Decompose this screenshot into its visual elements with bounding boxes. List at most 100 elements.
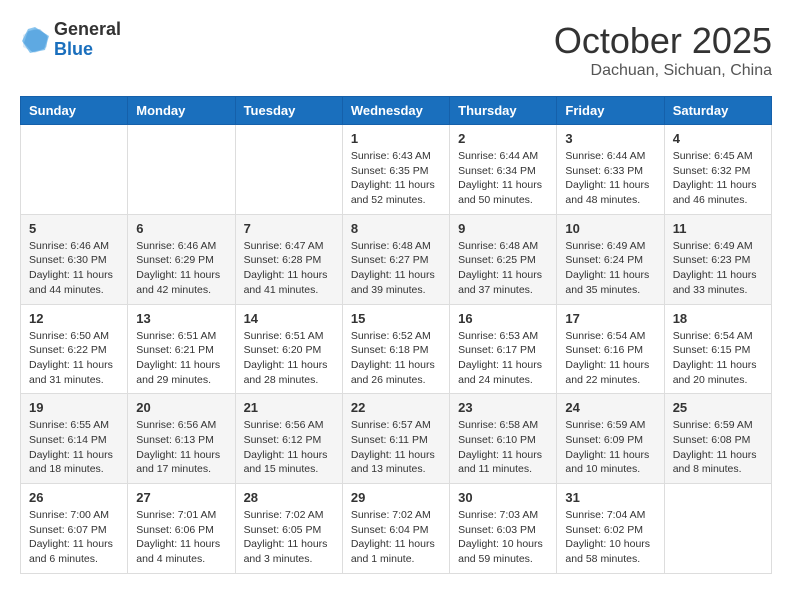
- calendar-cell: 23Sunrise: 6:58 AM Sunset: 6:10 PM Dayli…: [450, 394, 557, 484]
- calendar-week-row: 19 Sunrise: 6:55 AM Sunset: 6:14 PM Dayli…: [21, 394, 772, 484]
- day-info: Sunrise: 6:56 AM Sunset: 6:13 PM Dayligh…: [136, 418, 226, 477]
- day-number: 21: [244, 400, 334, 415]
- calendar-cell: 31 Sunrise: 7:04 AM Sunset: 6:02 PM Dayli…: [557, 484, 664, 574]
- logo: General Blue: [20, 20, 121, 60]
- calendar-cell: 1Sunrise: 6:43 AM Sunset: 6:35 PM Daylig…: [342, 125, 449, 215]
- calendar-week-row: 5 Sunrise: 6:46 AM Sunset: 6:30 PM Daylig…: [21, 214, 772, 304]
- day-info: Sunrise: 6:49 AM Sunset: 6:24 PM Dayligh…: [565, 239, 655, 298]
- day-info: Sunrise: 7:02 AM Sunset: 6:05 PM Dayligh…: [244, 508, 334, 567]
- logo-general: General: [54, 20, 121, 40]
- day-number: 2: [458, 131, 548, 146]
- calendar-cell: 20 Sunrise: 6:56 AM Sunset: 6:13 PM Dayli…: [128, 394, 235, 484]
- day-number: 19: [29, 400, 119, 415]
- day-number: 20: [136, 400, 226, 415]
- calendar-cell: 12Sunrise: 6:50 AM Sunset: 6:22 PM Dayli…: [21, 304, 128, 394]
- day-number: 11: [673, 221, 763, 236]
- day-number: 13: [136, 311, 226, 326]
- calendar-cell: 19 Sunrise: 6:55 AM Sunset: 6:14 PM Dayli…: [21, 394, 128, 484]
- calendar-cell: 14 Sunrise: 6:51 AM Sunset: 6:20 PM Dayli…: [235, 304, 342, 394]
- day-number: 1: [351, 131, 441, 146]
- day-info: Sunrise: 6:51 AM Sunset: 6:20 PM Dayligh…: [244, 329, 334, 388]
- day-of-week-header: Tuesday: [235, 97, 342, 125]
- day-info: Sunrise: 6:58 AM Sunset: 6:10 PM Dayligh…: [458, 418, 548, 477]
- calendar-cell: 13Sunrise: 6:51 AM Sunset: 6:21 PM Dayli…: [128, 304, 235, 394]
- logo-icon: [20, 25, 50, 55]
- calendar-cell: [128, 125, 235, 215]
- day-info: Sunrise: 7:03 AM Sunset: 6:03 PM Dayligh…: [458, 508, 548, 567]
- calendar-week-row: 26Sunrise: 7:00 AM Sunset: 6:07 PM Dayli…: [21, 484, 772, 574]
- day-info: Sunrise: 6:54 AM Sunset: 6:15 PM Dayligh…: [673, 329, 763, 388]
- day-number: 27: [136, 490, 226, 505]
- calendar-cell: 25 Sunrise: 6:59 AM Sunset: 6:08 PM Dayli…: [664, 394, 771, 484]
- day-info: Sunrise: 7:04 AM Sunset: 6:02 PM Dayligh…: [565, 508, 655, 567]
- calendar: SundayMondayTuesdayWednesdayThursdayFrid…: [20, 96, 772, 574]
- day-info: Sunrise: 6:48 AM Sunset: 6:27 PM Dayligh…: [351, 239, 441, 298]
- day-number: 31: [565, 490, 655, 505]
- calendar-week-row: 12Sunrise: 6:50 AM Sunset: 6:22 PM Dayli…: [21, 304, 772, 394]
- day-number: 9: [458, 221, 548, 236]
- day-number: 16: [458, 311, 548, 326]
- day-info: Sunrise: 6:48 AM Sunset: 6:25 PM Dayligh…: [458, 239, 548, 298]
- calendar-week-row: 1Sunrise: 6:43 AM Sunset: 6:35 PM Daylig…: [21, 125, 772, 215]
- day-number: 10: [565, 221, 655, 236]
- calendar-cell: [21, 125, 128, 215]
- day-number: 29: [351, 490, 441, 505]
- day-number: 15: [351, 311, 441, 326]
- calendar-cell: 8 Sunrise: 6:48 AM Sunset: 6:27 PM Daylig…: [342, 214, 449, 304]
- calendar-cell: 21 Sunrise: 6:56 AM Sunset: 6:12 PM Dayli…: [235, 394, 342, 484]
- day-number: 3: [565, 131, 655, 146]
- day-info: Sunrise: 6:47 AM Sunset: 6:28 PM Dayligh…: [244, 239, 334, 298]
- calendar-cell: 11 Sunrise: 6:49 AM Sunset: 6:23 PM Dayli…: [664, 214, 771, 304]
- day-number: 8: [351, 221, 441, 236]
- day-number: 25: [673, 400, 763, 415]
- day-number: 22: [351, 400, 441, 415]
- day-info: Sunrise: 6:59 AM Sunset: 6:09 PM Dayligh…: [565, 418, 655, 477]
- day-of-week-header: Saturday: [664, 97, 771, 125]
- location: Dachuan, Sichuan, China: [554, 62, 772, 80]
- logo-blue: Blue: [54, 40, 121, 60]
- day-info: Sunrise: 6:44 AM Sunset: 6:33 PM Dayligh…: [565, 149, 655, 208]
- day-number: 17: [565, 311, 655, 326]
- day-number: 24: [565, 400, 655, 415]
- calendar-cell: 26Sunrise: 7:00 AM Sunset: 6:07 PM Dayli…: [21, 484, 128, 574]
- day-info: Sunrise: 6:54 AM Sunset: 6:16 PM Dayligh…: [565, 329, 655, 388]
- day-of-week-header: Friday: [557, 97, 664, 125]
- calendar-cell: 18 Sunrise: 6:54 AM Sunset: 6:15 PM Dayli…: [664, 304, 771, 394]
- day-info: Sunrise: 7:02 AM Sunset: 6:04 PM Dayligh…: [351, 508, 441, 567]
- day-of-week-header: Sunday: [21, 97, 128, 125]
- calendar-cell: 9 Sunrise: 6:48 AM Sunset: 6:25 PM Daylig…: [450, 214, 557, 304]
- calendar-cell: 5 Sunrise: 6:46 AM Sunset: 6:30 PM Daylig…: [21, 214, 128, 304]
- day-info: Sunrise: 6:59 AM Sunset: 6:08 PM Dayligh…: [673, 418, 763, 477]
- day-info: Sunrise: 6:55 AM Sunset: 6:14 PM Dayligh…: [29, 418, 119, 477]
- calendar-cell: 30 Sunrise: 7:03 AM Sunset: 6:03 PM Dayli…: [450, 484, 557, 574]
- title-block: October 2025 Dachuan, Sichuan, China: [554, 20, 772, 80]
- calendar-cell: 17 Sunrise: 6:54 AM Sunset: 6:16 PM Dayli…: [557, 304, 664, 394]
- day-of-week-header: Monday: [128, 97, 235, 125]
- day-number: 5: [29, 221, 119, 236]
- day-number: 30: [458, 490, 548, 505]
- calendar-cell: 16 Sunrise: 6:53 AM Sunset: 6:17 PM Dayli…: [450, 304, 557, 394]
- day-info: Sunrise: 6:57 AM Sunset: 6:11 PM Dayligh…: [351, 418, 441, 477]
- day-number: 28: [244, 490, 334, 505]
- calendar-cell: 24 Sunrise: 6:59 AM Sunset: 6:09 PM Dayli…: [557, 394, 664, 484]
- day-info: Sunrise: 6:49 AM Sunset: 6:23 PM Dayligh…: [673, 239, 763, 298]
- calendar-cell: 28 Sunrise: 7:02 AM Sunset: 6:05 PM Dayli…: [235, 484, 342, 574]
- calendar-cell: 10 Sunrise: 6:49 AM Sunset: 6:24 PM Dayli…: [557, 214, 664, 304]
- calendar-cell: 27Sunrise: 7:01 AM Sunset: 6:06 PM Dayli…: [128, 484, 235, 574]
- logo-text: General Blue: [54, 20, 121, 60]
- day-info: Sunrise: 6:46 AM Sunset: 6:30 PM Dayligh…: [29, 239, 119, 298]
- calendar-cell: 7 Sunrise: 6:47 AM Sunset: 6:28 PM Daylig…: [235, 214, 342, 304]
- month-title: October 2025: [554, 20, 772, 62]
- calendar-cell: [235, 125, 342, 215]
- day-info: Sunrise: 6:56 AM Sunset: 6:12 PM Dayligh…: [244, 418, 334, 477]
- day-info: Sunrise: 6:45 AM Sunset: 6:32 PM Dayligh…: [673, 149, 763, 208]
- day-number: 4: [673, 131, 763, 146]
- day-info: Sunrise: 6:46 AM Sunset: 6:29 PM Dayligh…: [136, 239, 226, 298]
- day-info: Sunrise: 6:52 AM Sunset: 6:18 PM Dayligh…: [351, 329, 441, 388]
- calendar-cell: [664, 484, 771, 574]
- day-number: 18: [673, 311, 763, 326]
- day-number: 14: [244, 311, 334, 326]
- day-number: 7: [244, 221, 334, 236]
- day-info: Sunrise: 6:53 AM Sunset: 6:17 PM Dayligh…: [458, 329, 548, 388]
- calendar-header-row: SundayMondayTuesdayWednesdayThursdayFrid…: [21, 97, 772, 125]
